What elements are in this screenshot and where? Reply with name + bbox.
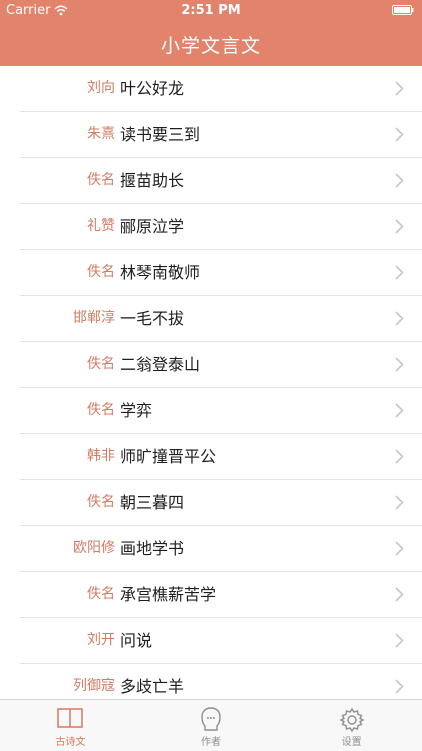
author-label: 刘开 (87, 632, 115, 648)
status-bar: Carrier 2:51 PM (0, 0, 422, 22)
title-label: 多歧亡羊 (120, 677, 185, 696)
author-label: 佚名 (87, 172, 115, 188)
chevron-right-icon (395, 219, 404, 234)
author-label: 佚名 (87, 264, 115, 280)
gear-icon (339, 707, 365, 733)
list-item[interactable]: 刘向 叶公好龙 (20, 66, 422, 112)
list-item[interactable]: 佚名 承宫樵薪苦学 (20, 572, 422, 618)
chevron-right-icon (395, 541, 404, 556)
list-item[interactable]: 礼赞 郦原泣学 (20, 204, 422, 250)
tab-classics[interactable]: 古诗文 (0, 700, 141, 751)
tab-authors[interactable]: 作者 (141, 700, 282, 751)
author-label: 礼赞 (87, 218, 115, 234)
tab-label-authors: 作者 (201, 737, 221, 748)
list-item[interactable]: 欧阳修 画地学书 (20, 526, 422, 572)
list-item[interactable]: 刘开 问说 (20, 618, 422, 664)
text-list[interactable]: 刘向 叶公好龙 朱熹 读书要三到 佚名 揠苗助长 礼赞 郦原泣学 佚名 林琴南敬师 邯郸淳 一毛不拔佚… (0, 66, 422, 699)
chevron-right-icon (395, 633, 404, 648)
title-label: 二翁登泰山 (120, 355, 201, 374)
chevron-right-icon (395, 357, 404, 372)
chevron-right-icon (395, 679, 404, 694)
author-label: 佚名 (87, 586, 115, 602)
title-label: 林琴南敬师 (120, 263, 201, 282)
author-label: 朱熹 (87, 126, 115, 142)
chevron-right-icon (395, 265, 404, 280)
title-label: 揠苗助长 (120, 171, 185, 190)
author-label: 佚名 (87, 356, 115, 372)
list-item[interactable]: 朱熹 读书要三到 (20, 112, 422, 158)
chevron-right-icon (395, 587, 404, 602)
list-item[interactable]: 韩非 师旷撞晋平公 (20, 434, 422, 480)
status-time: 2:51 PM (181, 3, 241, 18)
author-label: 邯郸淳 (73, 310, 115, 326)
title-label: 师旷撞晋平公 (120, 447, 217, 466)
navigation-header: Carrier 2:51 PM 小学文言文 (0, 0, 422, 66)
author-label: 佚名 (87, 494, 115, 510)
chevron-right-icon (395, 403, 404, 418)
title-label: 问说 (120, 631, 153, 650)
chevron-right-icon (395, 173, 404, 188)
list-item[interactable]: 佚名 朝三暮四 (20, 480, 422, 526)
battery-icon (392, 5, 414, 15)
tab-bar: 古诗文 作者 设置 (0, 699, 422, 751)
title-label: 学弈 (120, 401, 153, 420)
book-icon (57, 708, 84, 728)
title-label: 朝三暮四 (120, 493, 185, 512)
list-item[interactable]: 列御寇 多歧亡羊 (20, 664, 422, 699)
title-label: 郦原泣学 (120, 217, 185, 236)
title-label: 画地学书 (120, 539, 185, 558)
chevron-right-icon (395, 449, 404, 464)
chevron-right-icon (395, 127, 404, 142)
author-label: 刘向 (87, 80, 115, 96)
author-label: 欧阳修 (73, 540, 115, 556)
list-item[interactable]: 佚名 二翁登泰山 (20, 342, 422, 388)
chevron-right-icon (395, 81, 404, 96)
chevron-right-icon (395, 495, 404, 510)
title-label: 一毛不拔 (120, 309, 185, 328)
author-label: 佚名 (87, 402, 115, 418)
tab-settings[interactable]: 设置 (281, 700, 422, 751)
person-icon (201, 707, 221, 731)
list-item[interactable]: 邯郸淳 一毛不拔 (20, 296, 422, 342)
page-title: 小学文言文 (160, 35, 261, 57)
title-label: 承宫樵薪苦学 (120, 585, 217, 604)
author-label: 韩非 (87, 448, 115, 464)
list-item[interactable]: 佚名 揠苗助长 (20, 158, 422, 204)
author-label: 列御寇 (73, 678, 115, 694)
chevron-right-icon (395, 311, 404, 326)
list-item[interactable]: 佚名 林琴南敬师 (20, 250, 422, 296)
tab-label-settings: 设置 (341, 737, 362, 748)
title-label: 叶公好龙 (120, 79, 185, 98)
tab-label-classics: 古诗文 (55, 737, 86, 748)
title-label: 读书要三到 (120, 125, 201, 144)
list-item[interactable]: 佚名 学弈 (20, 388, 422, 434)
